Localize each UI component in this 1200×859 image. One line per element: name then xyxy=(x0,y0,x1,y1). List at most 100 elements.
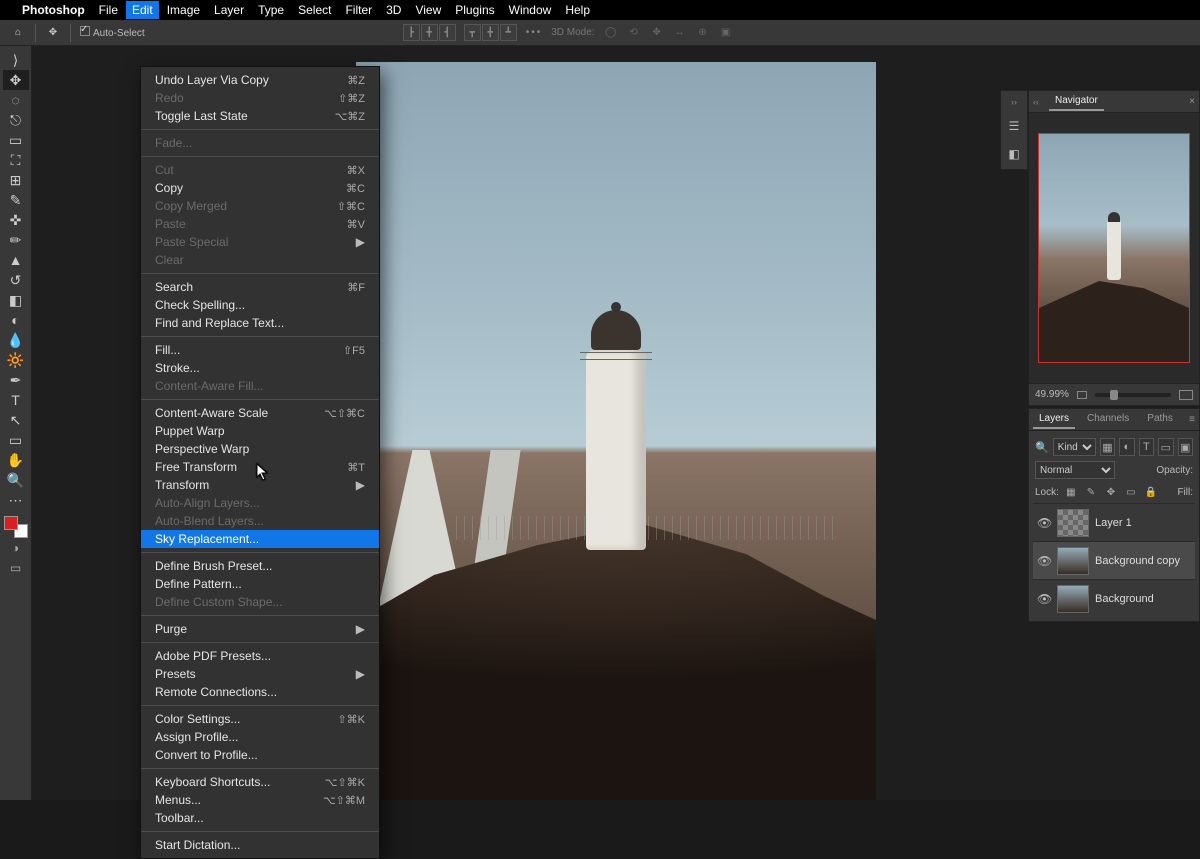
menu-view[interactable]: View xyxy=(415,3,441,17)
channels-tab[interactable]: Channels xyxy=(1081,410,1135,429)
menu-item-define-brush-preset[interactable]: Define Brush Preset... xyxy=(141,557,379,575)
home-icon[interactable]: ⌂ xyxy=(10,25,26,41)
menu-item-puppet-warp[interactable]: Puppet Warp xyxy=(141,422,379,440)
menu-item-adobe-pdf-presets[interactable]: Adobe PDF Presets... xyxy=(141,647,379,665)
menu-type[interactable]: Type xyxy=(258,3,284,17)
menu-item-assign-profile[interactable]: Assign Profile... xyxy=(141,728,379,746)
menu-item-copy[interactable]: Copy⌘C xyxy=(141,179,379,197)
screen-mode-icon[interactable]: ▭ xyxy=(3,558,29,578)
adjustments-panel-icon[interactable]: ☰ xyxy=(1005,117,1023,135)
menu-plugins[interactable]: Plugins xyxy=(455,3,494,17)
layer-name[interactable]: Background xyxy=(1095,593,1154,605)
layer-row[interactable]: 👁Background copy xyxy=(1033,541,1195,579)
layer-row[interactable]: 👁 Background xyxy=(1033,579,1195,617)
move-tool-icon[interactable]: ✥ xyxy=(45,25,61,41)
menu-item-start-dictation[interactable]: Start Dictation... xyxy=(141,836,379,854)
menu-item-remote-connections[interactable]: Remote Connections... xyxy=(141,683,379,701)
menu-layer[interactable]: Layer xyxy=(214,3,244,17)
quick-mask-icon[interactable]: ◑ xyxy=(3,538,29,558)
zoom-tool[interactable]: 🔍 xyxy=(3,470,29,490)
lock-position-icon[interactable]: ✥ xyxy=(1103,484,1119,500)
crop-tool[interactable]: ⛶ xyxy=(3,150,29,170)
menu-filter[interactable]: Filter xyxy=(345,3,372,17)
align-center-h-icon[interactable]: ╋ xyxy=(421,24,438,41)
menu-3d[interactable]: 3D xyxy=(386,3,401,17)
frame-tool[interactable]: ⊞ xyxy=(3,170,29,190)
menu-window[interactable]: Window xyxy=(509,3,552,17)
menu-item-perspective-warp[interactable]: Perspective Warp xyxy=(141,440,379,458)
color-swatch[interactable] xyxy=(4,516,28,538)
align-center-v-icon[interactable]: ╋ xyxy=(482,24,499,41)
navigator-tab[interactable]: Navigator xyxy=(1049,92,1104,111)
filter-smart-icon[interactable]: ▣ xyxy=(1178,438,1193,456)
eyedropper-tool[interactable]: ✎ xyxy=(3,190,29,210)
more-options-icon[interactable]: ••• xyxy=(526,27,543,38)
zoom-in-icon[interactable] xyxy=(1179,390,1193,400)
align-left-icon[interactable]: ┣ xyxy=(403,24,420,41)
3d-orbit-icon[interactable]: ◯ xyxy=(604,26,618,40)
3d-zoom-icon[interactable]: ⊕ xyxy=(696,26,710,40)
layer-name[interactable]: Layer 1 xyxy=(1095,517,1132,529)
menu-item-color-settings[interactable]: Color Settings...⇧⌘K xyxy=(141,710,379,728)
menu-item-convert-to-profile[interactable]: Convert to Profile... xyxy=(141,746,379,764)
lock-artboard-icon[interactable]: ▭ xyxy=(1123,484,1139,500)
lock-all-icon[interactable]: 🔒 xyxy=(1143,484,1159,500)
history-brush-tool[interactable]: ↺ xyxy=(3,270,29,290)
app-menu[interactable]: Photoshop xyxy=(22,3,85,17)
foreground-color[interactable] xyxy=(4,516,18,530)
menu-item-toolbar[interactable]: Toolbar... xyxy=(141,809,379,827)
3d-camera-icon[interactable]: ▣ xyxy=(719,26,733,40)
menu-item-content-aware-scale[interactable]: Content-Aware Scale⌥⇧⌘C xyxy=(141,404,379,422)
dodge-tool[interactable]: 🔆 xyxy=(3,350,29,370)
menu-item-fill[interactable]: Fill...⇧F5 xyxy=(141,341,379,359)
layers-tab[interactable]: Layers xyxy=(1033,410,1075,429)
hand-tool[interactable]: ✋ xyxy=(3,450,29,470)
move-tool[interactable]: ✥ xyxy=(3,70,29,90)
lock-transparency-icon[interactable]: ▦ xyxy=(1063,484,1079,500)
object-select-tool[interactable]: ▭ xyxy=(3,130,29,150)
menu-item-presets[interactable]: Presets▶ xyxy=(141,665,379,683)
menu-file[interactable]: File xyxy=(99,3,118,17)
menu-item-sky-replacement[interactable]: Sky Replacement... xyxy=(141,530,379,548)
3d-pan-icon[interactable]: ✥ xyxy=(650,26,664,40)
zoom-value[interactable]: 49.99% xyxy=(1035,389,1069,400)
menu-item-transform[interactable]: Transform▶ xyxy=(141,476,379,494)
menu-item-search[interactable]: Search⌘F xyxy=(141,278,379,296)
menu-item-toggle-last-state[interactable]: Toggle Last State⌥⌘Z xyxy=(141,107,379,125)
eraser-tool[interactable]: ◧ xyxy=(3,290,29,310)
menu-item-stroke[interactable]: Stroke... xyxy=(141,359,379,377)
align-bottom-icon[interactable]: ┻ xyxy=(500,24,517,41)
auto-select-toggle[interactable]: Auto-Select xyxy=(80,26,145,39)
menu-select[interactable]: Select xyxy=(298,3,331,17)
filter-adjust-icon[interactable]: ◐ xyxy=(1119,438,1134,456)
filter-pixel-icon[interactable]: ▦ xyxy=(1100,438,1115,456)
menu-image[interactable]: Image xyxy=(167,3,200,17)
menu-item-purge[interactable]: Purge▶ xyxy=(141,620,379,638)
menu-item-undo-layer-via-copy[interactable]: Undo Layer Via Copy⌘Z xyxy=(141,71,379,89)
healing-brush-tool[interactable]: ✜ xyxy=(3,210,29,230)
collapse-toolbar-icon[interactable]: ⟩ xyxy=(3,50,29,70)
blend-mode-select[interactable]: Normal xyxy=(1035,461,1115,479)
3d-roll-icon[interactable]: ⟲ xyxy=(627,26,641,40)
lock-image-icon[interactable]: ✎ xyxy=(1083,484,1099,500)
path-select-tool[interactable]: ↖ xyxy=(3,410,29,430)
visibility-eye-icon[interactable]: 👁 xyxy=(1037,592,1051,606)
layer-filter-kind[interactable]: Kind xyxy=(1053,438,1096,456)
paths-tab[interactable]: Paths xyxy=(1141,410,1179,429)
menu-item-free-transform[interactable]: Free Transform⌘T xyxy=(141,458,379,476)
menu-item-define-pattern[interactable]: Define Pattern... xyxy=(141,575,379,593)
visibility-eye-icon[interactable]: 👁 xyxy=(1037,516,1051,530)
align-top-icon[interactable]: ┳ xyxy=(464,24,481,41)
layer-thumbnail[interactable] xyxy=(1057,547,1089,575)
panel-close-icon[interactable]: × xyxy=(1189,96,1195,107)
lasso-tool[interactable]: ⎋ xyxy=(3,110,29,130)
3d-slide-icon[interactable]: ↔ xyxy=(673,26,687,40)
document-canvas[interactable] xyxy=(356,62,876,800)
menu-item-check-spelling[interactable]: Check Spelling... xyxy=(141,296,379,314)
menu-item-menus[interactable]: Menus...⌥⇧⌘M xyxy=(141,791,379,809)
blur-tool[interactable]: 💧 xyxy=(3,330,29,350)
navigator-preview[interactable] xyxy=(1029,113,1199,383)
pen-tool[interactable]: ✒ xyxy=(3,370,29,390)
menu-item-find-and-replace-text[interactable]: Find and Replace Text... xyxy=(141,314,379,332)
zoom-out-icon[interactable] xyxy=(1077,391,1087,399)
